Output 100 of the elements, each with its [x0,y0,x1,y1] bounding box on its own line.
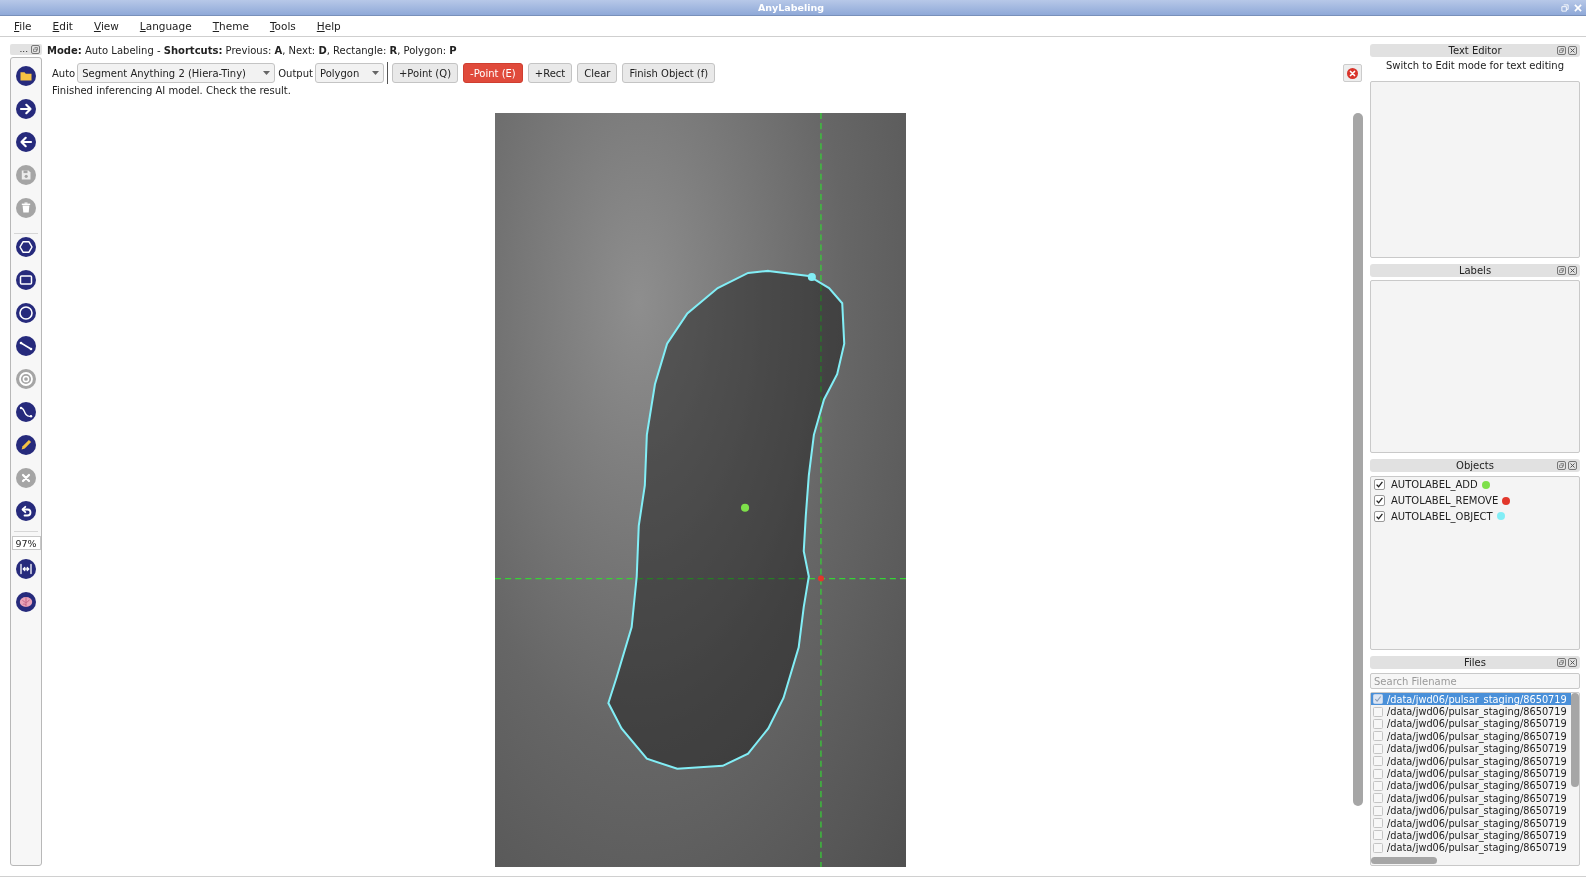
file-path[interactable]: /data/jwd06/pulsar_staging/8650719 [1387,743,1567,755]
menu-item[interactable]: Theme [212,20,249,32]
close-icon[interactable] [1568,266,1577,275]
output-dropdown[interactable]: Polygon [314,63,384,83]
remove-point-marker[interactable] [817,575,824,582]
float-icon[interactable] [1557,266,1566,275]
file-path[interactable]: /data/jwd06/pulsar_staging/8650719 [1387,842,1567,854]
restore-icon[interactable] [1561,3,1569,12]
file-path[interactable]: /data/jwd06/pulsar_staging/8650719 [1387,706,1567,718]
file-path[interactable]: /data/jwd06/pulsar_staging/8650719 [1387,792,1567,804]
folder-icon[interactable] [16,66,36,86]
checkbox[interactable] [1373,694,1383,705]
toolbar-button[interactable]: Clear [577,63,618,83]
file-list-item[interactable]: /data/jwd06/pulsar_staging/8650719 [1371,816,1571,830]
checkbox[interactable] [1373,818,1383,829]
file-path[interactable]: /data/jwd06/pulsar_staging/8650719 [1387,718,1567,730]
checkbox[interactable] [1373,731,1383,742]
caret-icon [371,71,379,75]
close-icon[interactable] [1568,46,1577,55]
toolbar-button[interactable]: +Point (Q) [391,63,459,83]
zoom-field[interactable]: 97% [11,536,41,550]
file-list-item[interactable]: /data/jwd06/pulsar_staging/8650719 [1371,717,1571,731]
menu-item[interactable]: Edit [52,20,73,32]
checkbox[interactable] [1373,743,1383,754]
close-icon[interactable] [1568,658,1577,667]
checkbox[interactable] [1374,510,1385,522]
curve-icon[interactable] [16,402,36,422]
float-icon[interactable] [31,45,40,54]
checkbox[interactable] [1373,830,1383,841]
file-path[interactable]: /data/jwd06/pulsar_staging/8650719 [1387,805,1567,817]
file-list-item[interactable]: /data/jwd06/pulsar_staging/8650719 [1371,705,1571,718]
toolbar-button[interactable]: -Point (E) [463,63,523,83]
checkbox[interactable] [1373,756,1383,767]
menu-item[interactable]: File [14,20,32,32]
object-label[interactable]: AUTOLABEL_ADD [1391,479,1478,491]
file-path[interactable]: /data/jwd06/pulsar_staging/8650719 [1387,730,1567,742]
file-list-item[interactable]: /data/jwd06/pulsar_staging/8650719 [1371,754,1571,768]
menu-item[interactable]: View [93,20,119,32]
search-field[interactable]: Search Filename [1370,673,1580,689]
object-label[interactable]: AUTOLABEL_OBJECT [1391,510,1493,522]
menu-item[interactable]: Help [316,20,341,32]
file-list-item[interactable]: /data/jwd06/pulsar_staging/8650719 [1371,841,1571,855]
file-path[interactable]: /data/jwd06/pulsar_staging/8650719 [1387,755,1567,767]
vertex-marker[interactable] [807,272,816,281]
file-list-item[interactable]: /data/jwd06/pulsar_staging/8650719 [1371,767,1571,780]
vertical-scrollbar[interactable] [1571,693,1579,787]
toolbar-handle-title: ... [19,44,28,55]
checkbox[interactable] [1373,718,1383,729]
file-list-item[interactable]: /data/jwd06/pulsar_staging/8650719 [1371,730,1571,743]
arrow-left-icon[interactable] [16,132,36,152]
undo-icon[interactable] [16,501,36,521]
close-button[interactable] [1343,64,1362,82]
file-list-item[interactable]: /data/jwd06/pulsar_staging/8650719 [1371,742,1571,755]
window-title: AnyLabeling [757,2,825,13]
float-icon[interactable] [1557,46,1566,55]
close-icon[interactable] [1568,461,1577,470]
status-message: Finished inferencing AI model. Check the result. [52,84,291,96]
checkbox[interactable] [1373,793,1383,804]
checkbox[interactable] [1374,495,1385,507]
hint-text: Switch to Edit mode for text editing [1385,59,1564,71]
file-path[interactable]: /data/jwd06/pulsar_staging/8650719 [1387,780,1567,792]
panel-title: Labels [1458,265,1492,276]
menu-item[interactable]: Tools [269,20,296,32]
checkbox[interactable] [1374,479,1385,491]
horizontal-scrollbar[interactable] [1371,857,1437,864]
file-list-item[interactable]: /data/jwd06/pulsar_staging/8650719 [1371,792,1571,805]
file-list-item[interactable]: /data/jwd06/pulsar_staging/8650719 [1371,804,1571,817]
arrow-right-icon[interactable] [16,99,36,119]
toolbar-handle[interactable]: ... [10,44,42,55]
vertical-scrollbar[interactable] [1353,113,1363,806]
checkbox[interactable] [1373,706,1383,717]
toolbar-button[interactable]: +Rect [527,63,573,83]
file-path[interactable]: /data/jwd06/pulsar_staging/8650719 [1387,768,1567,780]
toolbar-button[interactable]: Finish Object (f) [622,63,716,83]
float-icon[interactable] [1557,658,1566,667]
circle-icon[interactable] [16,303,36,323]
model-dropdown[interactable]: Segment Anything 2 (Hiera-Tiny) [77,63,276,83]
text-editor-field[interactable] [1370,81,1580,258]
menu-item[interactable]: Language [139,20,192,32]
pencil-icon[interactable] [16,435,36,455]
close-icon [1347,67,1358,79]
mode-line: Mode: Auto Labeling - Shortcuts: Previous: A, Next: D, Rectangle: R, Polygon: P [47,44,457,56]
auto-label: Auto [52,67,76,79]
output-label: Output [278,67,313,79]
segmentation-outline[interactable] [606,269,845,770]
caret-icon [263,71,271,75]
float-icon[interactable] [1557,461,1566,470]
brain-icon[interactable] [16,592,36,612]
checkbox[interactable] [1373,780,1383,791]
checkbox[interactable] [1373,805,1383,816]
file-list-item[interactable]: /data/jwd06/pulsar_staging/8650719 [1371,829,1571,842]
add-point-marker[interactable] [740,503,749,512]
file-path[interactable]: /data/jwd06/pulsar_staging/8650719 [1387,830,1567,841]
fit-width-icon[interactable] [16,559,36,579]
panel-title: Files [1464,657,1486,668]
file-list-item[interactable]: /data/jwd06/pulsar_staging/8650719 [1371,779,1571,793]
checkbox[interactable] [1373,768,1383,779]
checkbox[interactable] [1373,842,1383,853]
file-path[interactable]: /data/jwd06/pulsar_staging/8650719 [1387,817,1567,829]
object-label[interactable]: AUTOLABEL_REMOVE [1391,495,1499,507]
